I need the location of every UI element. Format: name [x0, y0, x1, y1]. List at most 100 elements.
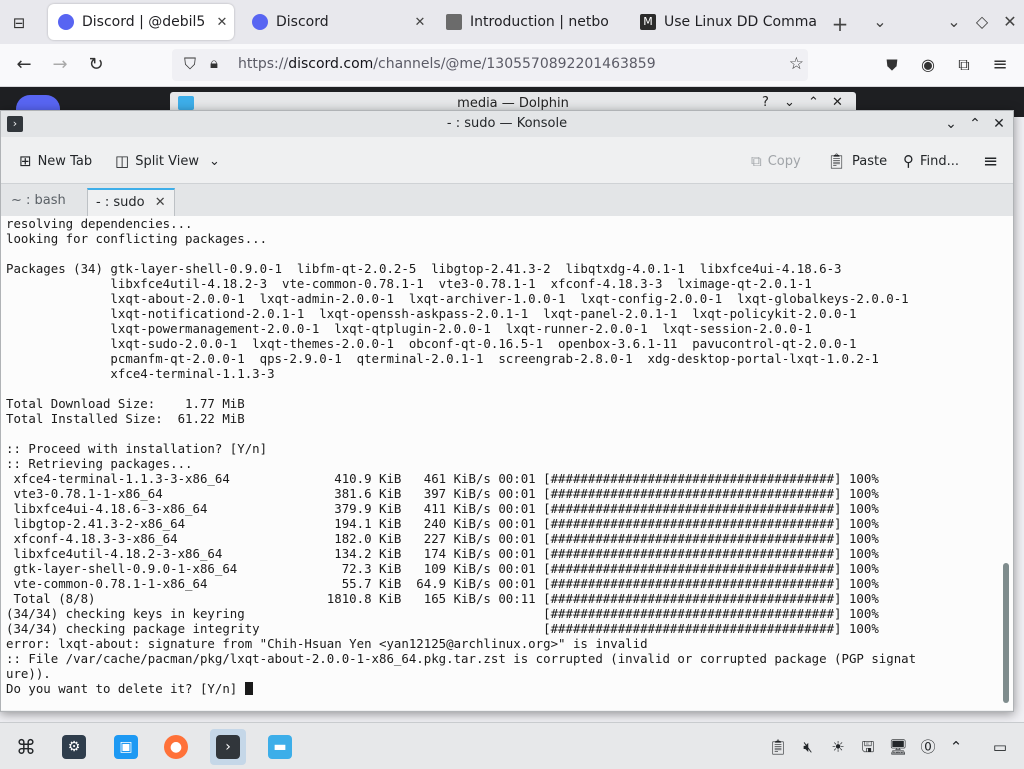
- clipboard-icon[interactable]: 📋︎: [768, 737, 788, 757]
- taskbar-system-settings[interactable]: ⚙: [56, 729, 92, 765]
- taskbar-firefox[interactable]: ●: [158, 729, 194, 765]
- terminal-line: libgtop-2.41.3-2-x86_64 194.1 KiB 240 Ki…: [6, 516, 879, 531]
- konsole-titlebar[interactable]: › - : sudo — Konsole ⌄ ⌃ ✕: [1, 111, 1013, 137]
- minimize-icon[interactable]: ⌄: [784, 95, 795, 110]
- terminal-line: :: Retrieving packages...: [6, 456, 193, 471]
- terminal-line: :: File /var/cache/pacman/pkg/lxqt-about…: [6, 651, 917, 666]
- paste-icon: 📋︎: [827, 152, 847, 170]
- terminal-output[interactable]: resolving dependencies... looking for con…: [1, 216, 1013, 710]
- system-settings-icon: ⚙: [62, 735, 86, 759]
- lock-icon[interactable]: 🔒︎: [210, 54, 218, 72]
- application-launcher-button[interactable]: ⌘: [8, 729, 44, 765]
- copy-icon: ⧉: [751, 152, 762, 170]
- tab-title: Discord: [276, 14, 329, 30]
- close-tab-icon[interactable]: ✕: [210, 15, 234, 30]
- volume-muted-icon[interactable]: 🔇︎: [798, 737, 818, 757]
- tab-title: Use Linux DD Comma: [664, 14, 817, 30]
- pocket-icon[interactable]: ⛊: [880, 53, 904, 77]
- taskbar-discover[interactable]: ▣: [108, 729, 144, 765]
- extensions-icon[interactable]: ⧉: [952, 53, 976, 77]
- minimize-icon[interactable]: ⌄: [942, 12, 966, 31]
- display-icon[interactable]: 🖥︎: [888, 737, 908, 757]
- terminal-line: ure)).: [6, 666, 51, 681]
- split-view-button[interactable]: ◫ Split View ⌄: [115, 151, 220, 171]
- shield-icon[interactable]: ⛉: [184, 54, 196, 74]
- konsole-window: › - : sudo — Konsole ⌄ ⌃ ✕ ⊞ New Tab ◫ S…: [0, 110, 1014, 712]
- terminal-text: resolving dependencies... looking for con…: [6, 216, 996, 696]
- konsole-toolbar: ⊞ New Tab ◫ Split View ⌄ ⧉ Copy 📋︎ Paste…: [1, 137, 1013, 183]
- forward-arrow-icon[interactable]: →: [48, 53, 72, 77]
- scrollbar-thumb[interactable]: [1003, 563, 1009, 703]
- terminal-line: Total Installed Size: 61.22 MiB: [6, 411, 245, 426]
- browser-tab-introduction[interactable]: Introduction | netbo: [436, 4, 626, 40]
- maximize-icon[interactable]: ◇: [970, 12, 994, 31]
- terminal-line: gtk-layer-shell-0.9.0-1-x86_64 72.3 KiB …: [6, 561, 879, 576]
- page-favicon-icon: [446, 14, 462, 30]
- paste-button[interactable]: 📋︎ Paste: [827, 151, 887, 171]
- close-icon[interactable]: ✕: [989, 114, 1009, 134]
- help-icon[interactable]: ?: [762, 95, 769, 110]
- find-button[interactable]: ⚲ Find...: [903, 151, 959, 171]
- taskbar-konsole[interactable]: ›: [210, 729, 246, 765]
- show-hidden-icons-icon[interactable]: ⌃: [946, 737, 966, 757]
- tab-title: Introduction | netbo: [470, 14, 609, 30]
- chevron-down-icon: ⌄: [209, 153, 220, 169]
- url-bar[interactable]: ⛉ 🔒︎ https://discord.com/channels/@me/13…: [172, 49, 808, 81]
- discord-favicon-icon: [252, 14, 268, 30]
- terminal-line: (34/34) checking package integrity [####…: [6, 621, 879, 636]
- tab-sudo[interactable]: - : sudo ✕: [87, 188, 175, 216]
- show-desktop-icon[interactable]: ▭: [990, 737, 1010, 757]
- konsole-app-icon: ›: [7, 116, 23, 132]
- terminal-line: Total (8/8) 1810.8 KiB 165 KiB/s 00:11 […: [6, 591, 879, 606]
- browser-navigation-bar: ← → ↻ ⛉ 🔒︎ https://discord.com/channels/…: [0, 44, 1024, 87]
- kde-launcher-icon: ⌘: [16, 735, 36, 759]
- terminal-line: libxfce4ui-4.18.6-3-x86_64 379.9 KiB 411…: [6, 501, 879, 516]
- menu-icon[interactable]: ≡: [988, 53, 1012, 77]
- storage-icon[interactable]: 🖫: [858, 737, 878, 757]
- terminal-line: lxqt-sudo-2.0.0-1 lxqt-themes-2.0.0-1 ob…: [6, 336, 857, 351]
- reload-icon[interactable]: ↻: [84, 53, 108, 77]
- close-tab-icon[interactable]: ✕: [155, 195, 166, 210]
- browser-tab-discord-debil5[interactable]: Discord | @debil5 ✕: [48, 4, 234, 40]
- terminal-line: (34/34) checking keys in keyring [######…: [6, 606, 879, 621]
- maximize-icon[interactable]: ⌃: [965, 114, 985, 134]
- browser-tab-linux-dd[interactable]: M Use Linux DD Comma: [630, 4, 826, 40]
- close-tab-icon[interactable]: ✕: [408, 15, 432, 30]
- tab-bash[interactable]: ~ : bash: [3, 188, 74, 214]
- terminal-line: Packages (34) gtk-layer-shell-0.9.0-1 li…: [6, 261, 842, 276]
- terminal-line: Total Download Size: 1.77 MiB: [6, 396, 245, 411]
- close-icon[interactable]: ✕: [832, 95, 843, 110]
- help-icon[interactable]: ⓪: [918, 737, 938, 757]
- terminal-line: lxqt-notificationd-2.0.1-1 lxqt-openssh-…: [6, 306, 857, 321]
- browser-tab-bar: ⊟ Discord | @debil5 ✕ Discord ✕ Introduc…: [0, 0, 1024, 44]
- maximize-icon[interactable]: ⌃: [808, 95, 819, 110]
- minimize-icon[interactable]: ⌄: [941, 114, 961, 134]
- terminal-line: xfce4-terminal-1.1.3-3-x86_64 410.9 KiB …: [6, 471, 879, 486]
- bookmark-star-icon[interactable]: ☆: [789, 54, 804, 74]
- firefox-icon: ●: [164, 735, 188, 759]
- brightness-icon[interactable]: ☀: [828, 737, 848, 757]
- search-icon: ⚲: [903, 152, 914, 170]
- list-all-tabs-icon[interactable]: ⌄: [868, 12, 892, 31]
- hamburger-menu-icon[interactable]: ≡: [983, 151, 998, 172]
- account-icon[interactable]: ◉: [916, 53, 940, 77]
- back-arrow-icon[interactable]: ←: [12, 53, 36, 77]
- konsole-tab-bar: ~ : bash - : sudo ✕: [1, 183, 1013, 216]
- terminal-line: resolving dependencies...: [6, 216, 193, 231]
- browser-tab-discord[interactable]: Discord ✕: [242, 4, 432, 40]
- tab-list-icon[interactable]: ⊟: [8, 12, 30, 34]
- tab-title: Discord | @debil5: [82, 14, 206, 30]
- new-tab-button[interactable]: +: [828, 12, 852, 36]
- split-view-icon: ◫: [115, 152, 130, 170]
- taskbar-dolphin[interactable]: ▬: [262, 729, 298, 765]
- terminal-line: lxqt-about-2.0.0-1 lxqt-admin-2.0.0-1 lx…: [6, 291, 909, 306]
- terminal-line: pcmanfm-qt-2.0.0-1 qps-2.9.0-1 qterminal…: [6, 351, 879, 366]
- dolphin-folder-icon: ▬: [268, 735, 292, 759]
- taskbar: ⌘ ⚙ ▣ ● › ▬ 📋︎ 🔇︎ ☀ 🖫 🖥︎ ⓪ ⌃ ▭: [0, 722, 1024, 769]
- close-window-icon[interactable]: ✕: [998, 12, 1022, 31]
- copy-button[interactable]: ⧉ Copy: [751, 151, 801, 171]
- terminal-line: error: lxqt-about: signature from "Chih-…: [6, 636, 648, 651]
- new-tab-button[interactable]: ⊞ New Tab: [19, 151, 92, 171]
